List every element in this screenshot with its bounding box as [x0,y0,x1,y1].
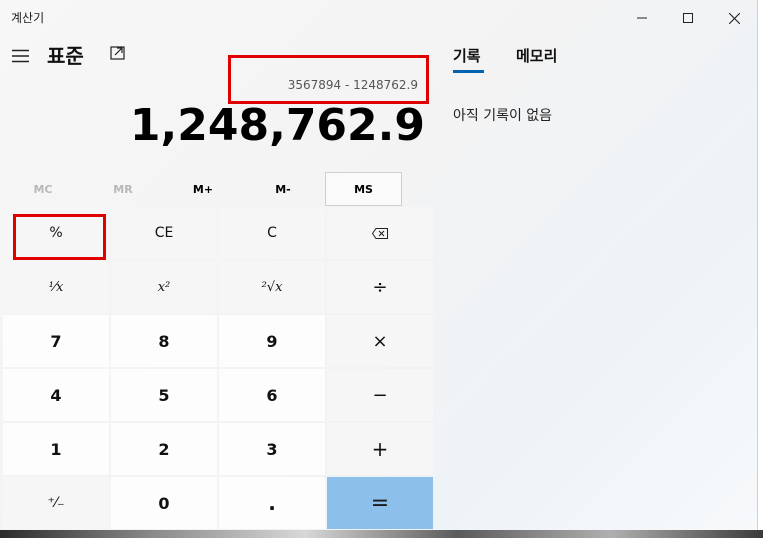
calculator-window: 계산기 표준 3567894 - 1248762.9 1,248,762.9 M… [0,0,758,531]
square-root-label: ²√x [261,279,283,295]
digit-3-key[interactable]: 3 [219,423,325,475]
equals-key[interactable]: = [327,477,433,529]
digit-1-key[interactable]: 1 [3,423,109,475]
minimize-icon [637,17,647,19]
minus-key[interactable]: − [327,369,433,421]
close-icon [728,12,740,24]
square-label: x² [157,279,171,295]
square-root-key[interactable]: ²√x [219,261,325,313]
tab-history[interactable]: 기록 [453,45,481,66]
backspace-icon [372,227,388,239]
memory-add-button[interactable]: M+ [160,172,246,206]
memory-row: MC MR M+ M- MS [0,172,432,206]
percent-highlight-box [13,214,106,260]
divide-key[interactable]: ÷ [327,261,433,313]
navigation-menu-button[interactable] [12,48,30,63]
digit-2-key[interactable]: 2 [111,423,217,475]
reciprocal-key[interactable]: ¹⁄x [3,261,109,313]
result-display: 1,248,762.9 [129,100,425,151]
digit-6-key[interactable]: 6 [219,369,325,421]
memory-recall-button[interactable]: MR [80,172,166,206]
negate-key[interactable]: ⁺⁄₋ [3,477,109,529]
minimize-button[interactable] [619,0,665,36]
multiply-key[interactable]: × [327,315,433,367]
backspace-key[interactable] [327,207,433,259]
expression-display: 3567894 - 1248762.9 [287,78,418,92]
plus-key[interactable]: + [327,423,433,475]
memory-subtract-button[interactable]: M- [240,172,326,206]
digit-8-key[interactable]: 8 [111,315,217,367]
digit-5-key[interactable]: 5 [111,369,217,421]
title-bar: 계산기 [0,0,757,36]
history-empty-message: 아직 기록이 없음 [453,108,553,124]
digit-4-key[interactable]: 4 [3,369,109,421]
background-desktop-strip [0,530,763,538]
clear-entry-key[interactable]: CE [111,207,217,259]
decimal-key[interactable]: . [219,477,325,529]
keep-on-top-icon [110,46,125,60]
maximize-icon [683,13,693,23]
keep-on-top-button[interactable] [109,44,127,62]
clear-key[interactable]: C [219,207,325,259]
reciprocal-label: ¹⁄x [48,279,64,295]
square-key[interactable]: x² [111,261,217,313]
digit-0-key[interactable]: 0 [111,477,217,529]
hamburger-menu-icon [12,49,29,63]
memory-clear-button[interactable]: MC [0,172,86,206]
mode-title: 표준 [47,44,84,68]
app-title: 계산기 [11,11,45,25]
active-tab-indicator [453,70,484,73]
digit-7-key[interactable]: 7 [3,315,109,367]
maximize-button[interactable] [665,0,711,36]
memory-store-button[interactable]: MS [325,172,402,206]
digit-9-key[interactable]: 9 [219,315,325,367]
close-button[interactable] [711,0,757,36]
tab-memory[interactable]: 메모리 [516,45,557,66]
